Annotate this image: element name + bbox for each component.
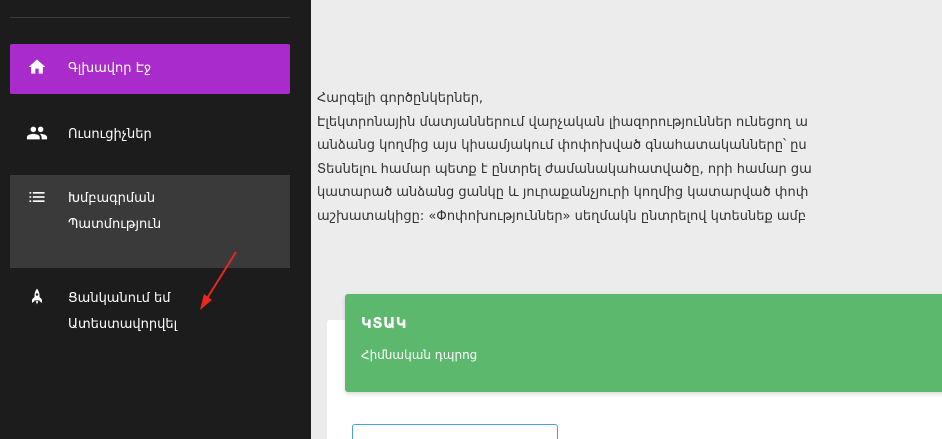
intro-text: Հարգելի գործընկերներ, Էլեկտրոնային մատյա…: [317, 87, 942, 228]
sidebar-item-teachers[interactable]: Ուսուցիչներ: [10, 117, 290, 157]
intro-line: Տեսնելու համար պետք է ընտրել ժամանակահատ…: [317, 161, 812, 177]
intro-line: կատարած անձանց ցանկը և յուրաքանչյուրի կո…: [317, 185, 809, 200]
rocket-icon: [26, 286, 48, 308]
sidebar-item-label: Գլխավոր Էջ: [68, 61, 152, 76]
sidebar-item-label-block: Խմբագրման Պատմություն: [68, 186, 161, 238]
sidebar-item-label-block: Ցանկանում եմ Ատեստավորվել: [68, 286, 177, 338]
intro-line: Էլեկտրոնային մատյաններում վարչական լիազո…: [317, 114, 808, 130]
card-action-button[interactable]: [352, 424, 558, 439]
sidebar-item-attestation[interactable]: Ցանկանում եմ Ատեստավորվել: [10, 282, 290, 342]
card-title: ԿՏԱԿ: [361, 314, 408, 332]
list-icon: [26, 186, 48, 208]
home-icon: [26, 56, 48, 78]
sidebar-item-edit-history[interactable]: Խմբագրման Պատմություն: [10, 175, 290, 268]
card-subtitle: Հիմնական դպրոց: [361, 348, 478, 362]
main-content: Հարգելի գործընկերներ, Էլեկտրոնային մատյա…: [311, 0, 942, 439]
sidebar-item-label-line: Խմբագրման: [68, 191, 156, 206]
sidebar-item-label-line: Պատմություն: [68, 217, 162, 232]
sidebar-item-label-line: Ատեստավորվել: [68, 317, 178, 332]
intro-line: աշխատակիցը: «Փոփոխություններ» սեղմակն ըն…: [317, 208, 807, 224]
sidebar-divider: [10, 17, 290, 18]
users-icon: [26, 122, 48, 144]
sidebar-item-home[interactable]: Գլխավոր Էջ: [10, 44, 290, 94]
intro-line: անձանց կողմից այս կիսամյակում փոփոխված գ…: [317, 138, 807, 153]
sidebar-item-label-line: Ցանկանում եմ: [68, 291, 171, 306]
intro-line: Հարգելի գործընկերներ,: [317, 91, 484, 106]
sidebar-item-label: Ուսուցիչներ: [68, 127, 152, 142]
card-header: ԿՏԱԿ Հիմնական դպրոց: [345, 294, 942, 392]
sidebar: Գլխավոր Էջ Ուսուցիչներ Խմբագրման Պատմութ…: [0, 0, 311, 439]
